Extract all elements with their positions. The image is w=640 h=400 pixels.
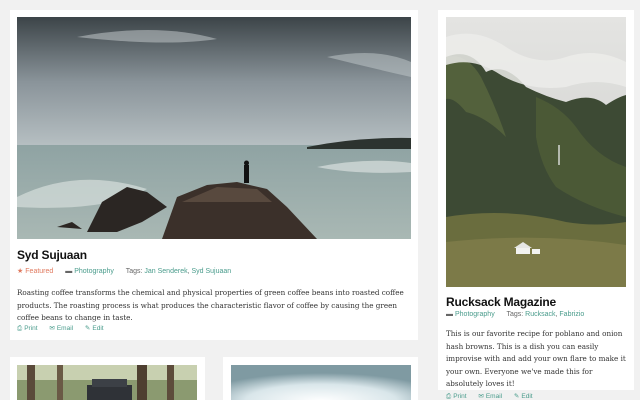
post-title[interactable]: Syd Sujuaan (17, 248, 87, 262)
email-label: Email (485, 393, 503, 400)
tag-link[interactable]: Rucksack (525, 311, 555, 318)
print-button[interactable]: ⎙ Print (446, 393, 467, 400)
post-image[interactable] (17, 365, 197, 400)
post-image[interactable] (231, 365, 411, 400)
edit-label: Edit (521, 393, 533, 400)
post-excerpt: Roasting coffee transforms the chemical … (17, 288, 404, 322)
post-meta: ★ Featured ▬ Photography Tags: Jan Sendere… (17, 268, 232, 275)
folder-icon: ▬ (446, 311, 453, 318)
tag-link[interactable]: Jan Senderek (144, 268, 187, 275)
pencil-icon: ✎ (84, 325, 91, 332)
post-actions: ⎙ Print ✉ Email ✎ Edit (446, 392, 543, 400)
post-card (223, 357, 418, 400)
post-excerpt: This is our favorite recipe for poblano … (446, 329, 626, 388)
email-label: Email (56, 325, 74, 332)
post-card-syd-sujuaan: Syd Sujuaan ★ Featured ▬ Photography Tags:… (10, 10, 418, 340)
edit-label: Edit (92, 325, 104, 332)
seascape-photo (17, 17, 411, 239)
post-image[interactable] (17, 17, 411, 239)
folder-icon: ▬ (65, 268, 73, 275)
category-link[interactable]: Photography (74, 268, 114, 275)
post-title[interactable]: Rucksack Magazine (446, 295, 556, 309)
printer-icon: ⎙ (446, 393, 452, 400)
print-label: Print (24, 325, 38, 332)
print-label: Print (453, 393, 467, 400)
tags-label: Tags: (125, 268, 143, 275)
featured-label: Featured (25, 268, 54, 275)
print-button[interactable]: ⎙ Print (17, 325, 38, 333)
post-actions: ⎙ Print ✉ Email ✎ Edit (17, 324, 114, 333)
tags-label: Tags: (506, 311, 524, 318)
post-card (10, 357, 205, 400)
envelope-icon: ✉ (478, 393, 484, 400)
tag-link[interactable]: Syd Sujuaan (191, 268, 231, 275)
light-photo (231, 365, 411, 400)
post-card-rucksack-magazine: Rucksack Magazine ▬ Photography Tags: Ruc… (438, 10, 634, 400)
star-icon: ★ (17, 268, 24, 275)
pencil-icon: ✎ (513, 393, 520, 400)
envelope-icon: ✉ (49, 325, 55, 332)
tag-link[interactable]: Fabrizio (559, 311, 584, 318)
forest-photo (17, 365, 197, 400)
post-meta: ▬ Photography Tags: Rucksack, Fabrizio (446, 311, 585, 318)
mountain-valley-photo (446, 17, 626, 287)
edit-button[interactable]: ✎ Edit (85, 324, 104, 332)
email-button[interactable]: ✉ Email (478, 392, 502, 400)
printer-icon: ⎙ (17, 325, 23, 332)
post-image[interactable] (446, 17, 626, 287)
category-link[interactable]: Photography (455, 311, 495, 318)
email-button[interactable]: ✉ Email (49, 324, 73, 332)
edit-button[interactable]: ✎ Edit (514, 392, 533, 400)
